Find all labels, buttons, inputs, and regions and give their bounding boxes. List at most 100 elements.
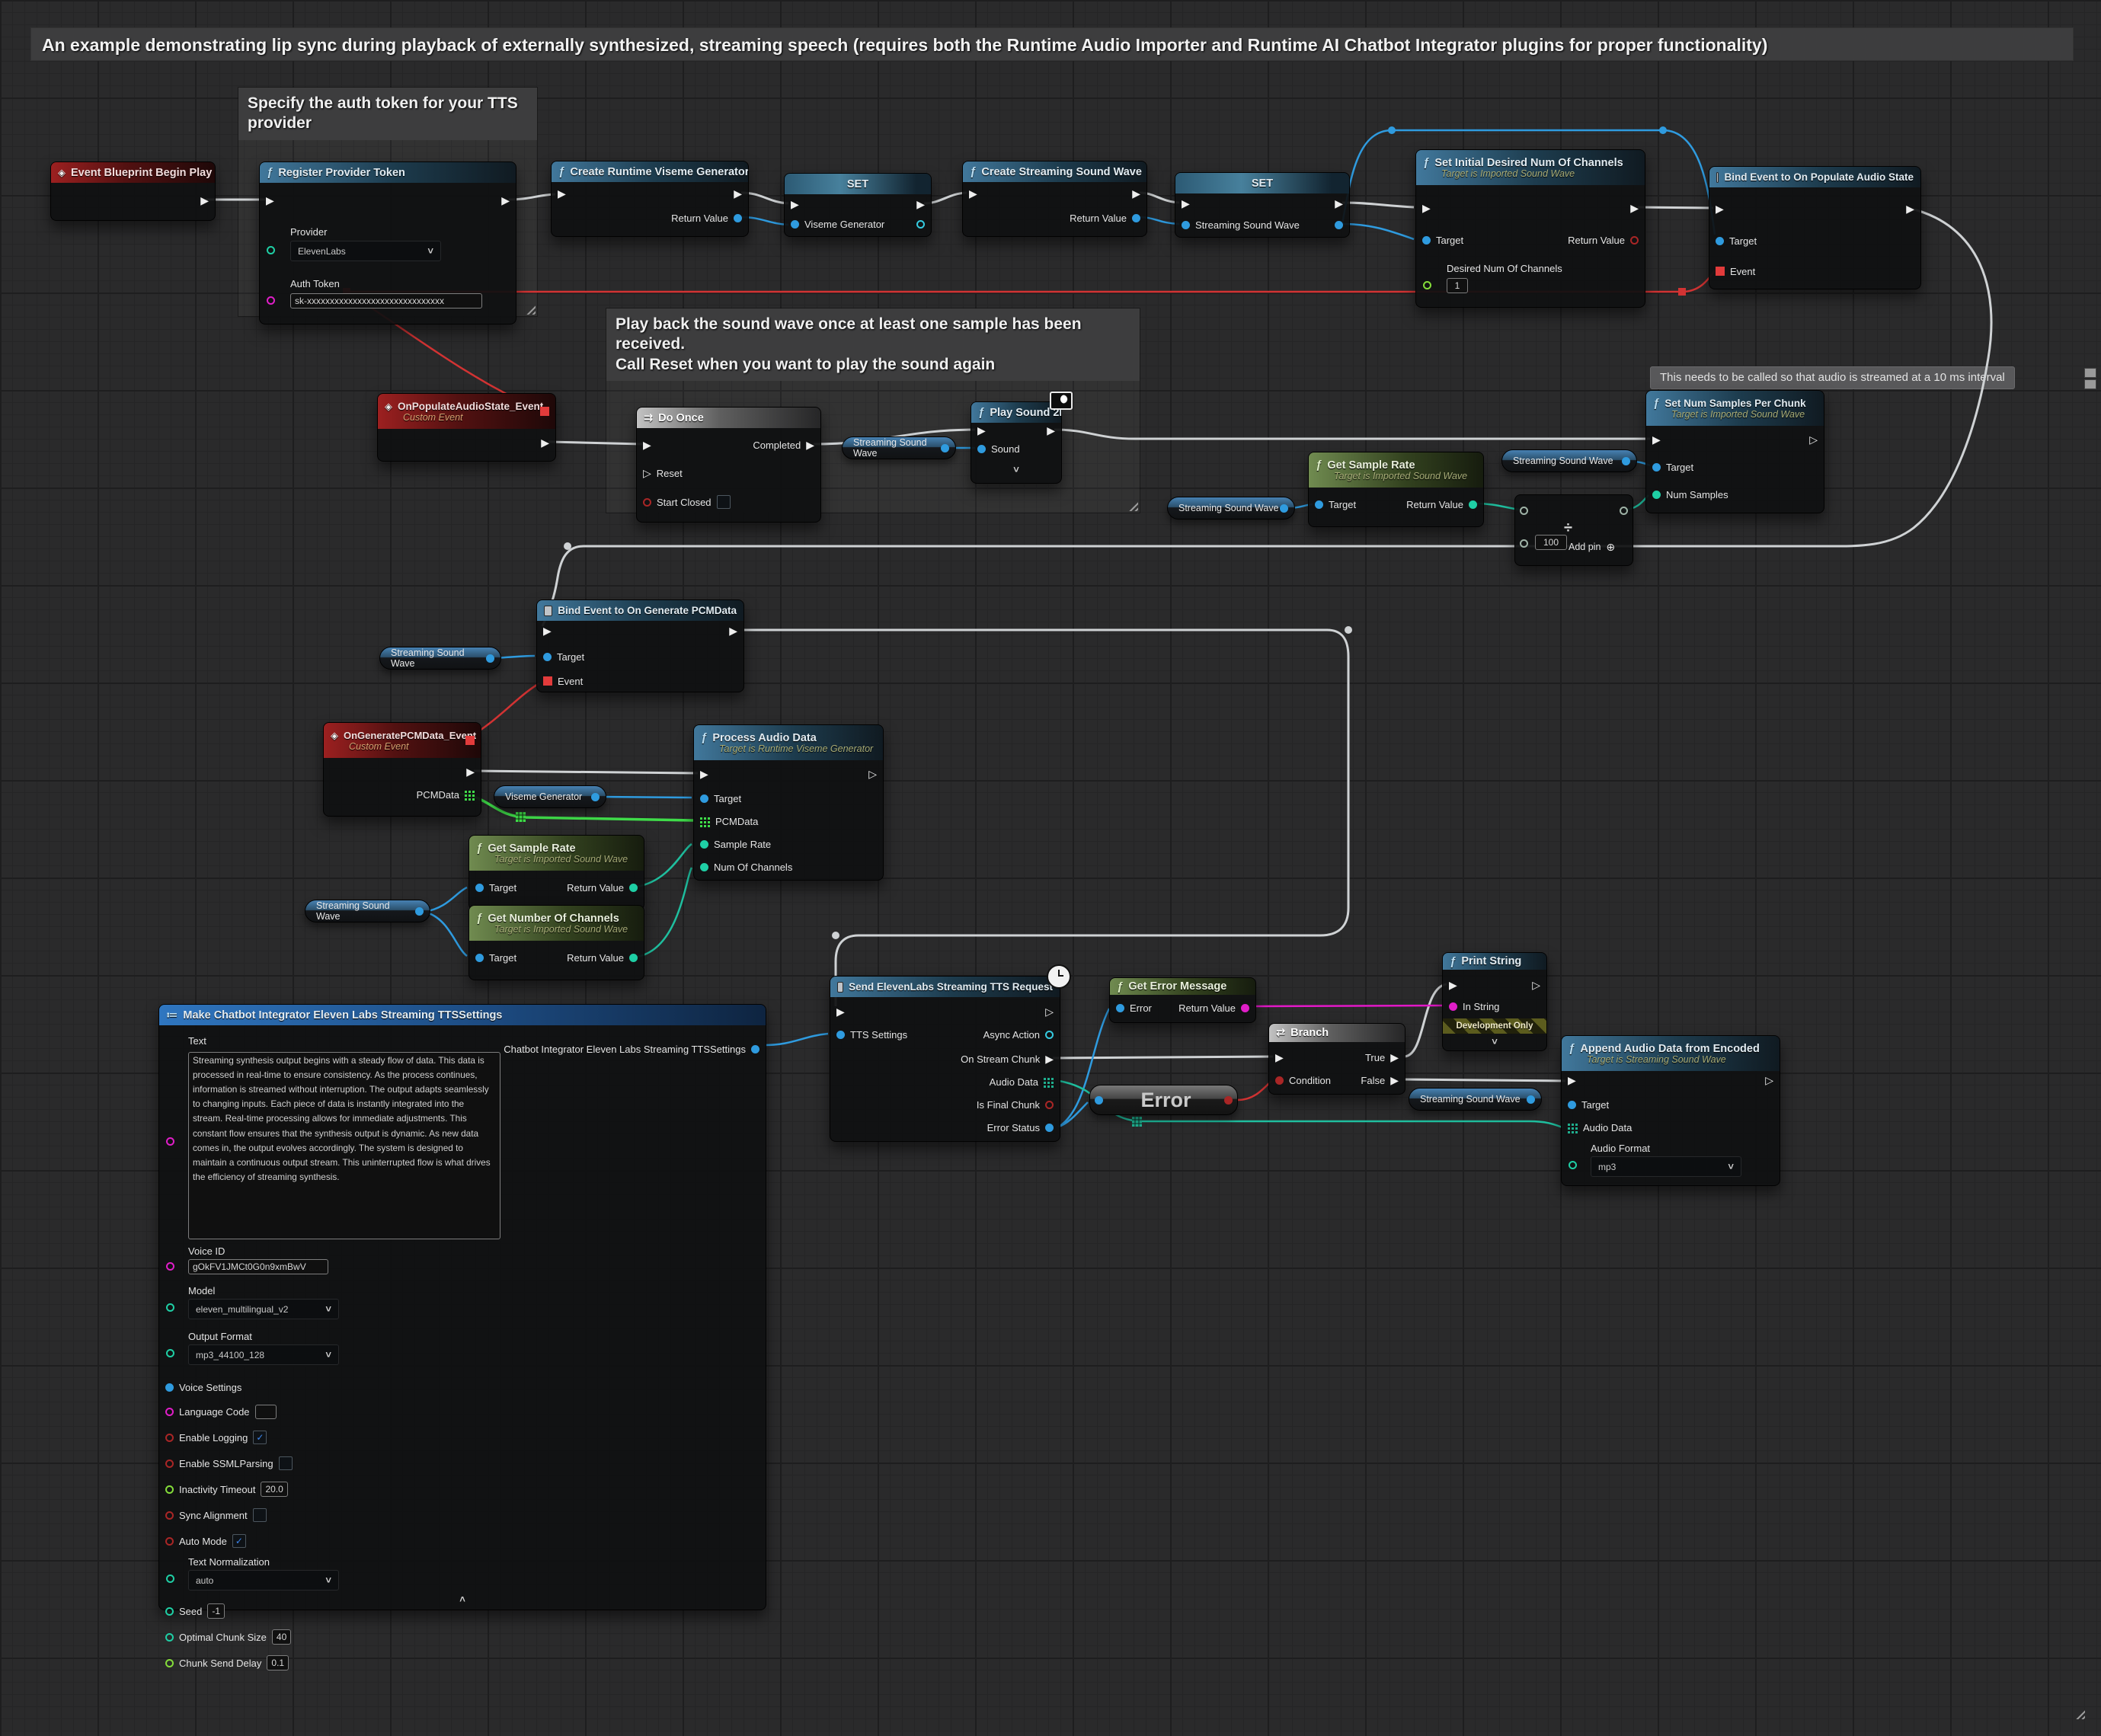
node-get-error-message[interactable]: ƒGet Error Message Error Return Value <box>1109 977 1256 1023</box>
var-pill-error[interactable]: Error <box>1089 1085 1238 1115</box>
streaming-interval-note[interactable]: This needs to be called so that audio is… <box>1650 366 2015 389</box>
exec-out-pin[interactable]: ▶ <box>729 625 737 636</box>
node-divide[interactable]: ÷ 100 Add pin⊕ <box>1514 494 1633 566</box>
node-get-sample-rate[interactable]: ƒGet Sample RateTarget is Imported Sound… <box>468 835 644 910</box>
var-pill-streaming-sound-wave[interactable]: Streaming Sound Wave <box>842 436 956 459</box>
exec-in-pin[interactable]: ▶ <box>836 1006 845 1017</box>
exec-out-pin[interactable]: ▷ <box>1045 1006 1054 1017</box>
exec-out-pin[interactable]: ▷ <box>868 769 877 779</box>
exec-out-pin[interactable]: ▶ <box>501 195 510 206</box>
exec-out-pin[interactable]: ▶ <box>200 195 209 206</box>
exec-in-pin[interactable]: ▶ <box>1422 203 1431 213</box>
node-onpopulate-audiostate-event[interactable]: ◈OnPopulateAudioState_EventCustom Event … <box>377 393 556 462</box>
false-pin[interactable]: ▶ <box>1390 1075 1399 1085</box>
in-string-pin[interactable] <box>1449 1002 1457 1011</box>
desired-channels-input[interactable]: 1 <box>1447 278 1468 293</box>
voice-id-input[interactable]: gOkFV1JMCt0G0n9xmBwV <box>188 1259 328 1274</box>
error-pin[interactable] <box>1116 1004 1124 1012</box>
tts-settings-pin[interactable] <box>836 1031 845 1039</box>
return-value-pin[interactable] <box>1630 236 1639 245</box>
model-pin[interactable] <box>166 1303 174 1312</box>
target-pin[interactable] <box>1652 463 1661 472</box>
return-value-pin[interactable] <box>734 214 742 222</box>
collapse-chevron-icon[interactable]: ˄ <box>459 1594 465 1605</box>
enable-logging-pin[interactable] <box>165 1434 174 1442</box>
sync-alignment-pin[interactable] <box>165 1511 174 1520</box>
node-get-sample-rate[interactable]: ƒGet Sample RateTarget is Imported Sound… <box>1308 452 1484 527</box>
node-set-streaming-sound-wave[interactable]: SET ▶ ▶ Streaming Sound Wave <box>1175 172 1350 238</box>
node-set-num-samples-per-chunk[interactable]: ƒSet Num Samples Per ChunkTarget is Impo… <box>1645 390 1824 513</box>
pill-out-pin[interactable] <box>415 907 424 916</box>
divide-output-pin[interactable] <box>1620 507 1628 515</box>
node-bind-event-populate-audio-state[interactable]: Bind Event to On Populate Audio State ▶ … <box>1709 166 1921 289</box>
start-closed-checkbox[interactable] <box>717 495 731 509</box>
num-channels-pin[interactable] <box>700 863 708 871</box>
node-event-begin-play[interactable]: ◈Event Blueprint Begin Play ▶ <box>50 161 216 221</box>
output-format-pin[interactable] <box>166 1349 174 1357</box>
optimal-chunk-size-input[interactable]: 40 <box>272 1629 291 1645</box>
node-get-number-of-channels[interactable]: ƒGet Number Of ChannelsTarget is Importe… <box>468 905 644 980</box>
exec-in-pin[interactable]: ▶ <box>643 440 651 450</box>
target-pin[interactable] <box>700 794 708 803</box>
value-out-pin[interactable] <box>1335 221 1343 229</box>
auth-token-input[interactable]: sk-xxxxxxxxxxxxxxxxxxxxxxxxxxxxxx <box>290 293 482 309</box>
node-create-streaming-sound-wave[interactable]: ƒCreate Streaming Sound Wave ▶ ▶ Return … <box>962 161 1147 237</box>
exec-in-pin[interactable]: ▶ <box>1716 203 1724 214</box>
node-create-viseme-generator[interactable]: ƒCreate Runtime Viseme Generator ▶ ▶ Ret… <box>551 161 749 237</box>
exec-out-pin[interactable]: ▶ <box>1335 198 1343 209</box>
var-pill-streaming-sound-wave[interactable]: Streaming Sound Wave <box>305 900 430 922</box>
exec-in-pin[interactable]: ▶ <box>1449 980 1457 990</box>
exec-out-pin[interactable]: ▶ <box>1047 425 1055 436</box>
language-code-input[interactable] <box>255 1405 277 1419</box>
value-in-pin[interactable] <box>1182 221 1190 229</box>
node-register-provider-token[interactable]: ƒRegister Provider Token ▶ ▶ Provider El… <box>259 161 516 325</box>
completed-pin[interactable]: ▶ <box>806 440 814 450</box>
auto-mode-checkbox[interactable]: ✓ <box>232 1534 246 1548</box>
exec-in-pin[interactable]: ▶ <box>700 769 708 779</box>
note-pin-icon[interactable] <box>2084 368 2096 378</box>
comment-resize-handle[interactable] <box>1127 500 1138 511</box>
inactivity-timeout-input[interactable]: 20.0 <box>261 1482 287 1497</box>
target-pin[interactable] <box>1422 236 1431 245</box>
exec-out-pin[interactable]: ▶ <box>466 766 475 777</box>
exec-in-pin[interactable]: ▶ <box>1182 198 1190 209</box>
exec-in-pin[interactable]: ▶ <box>543 625 552 636</box>
node-set-viseme-generator[interactable]: SET ▶ ▶ Viseme Generator <box>784 173 932 237</box>
pill-out-pin[interactable] <box>1224 1096 1233 1105</box>
delegate-pin[interactable] <box>540 407 549 416</box>
pill-out-pin[interactable] <box>486 654 494 663</box>
pill-out-pin[interactable] <box>941 444 949 452</box>
async-action-pin[interactable] <box>1045 1031 1054 1039</box>
return-value-pin[interactable] <box>1469 500 1477 509</box>
output-format-dropdown[interactable]: mp3_44100_128˅ <box>188 1344 339 1365</box>
node-bind-event-generate-pcmdata[interactable]: Bind Event to On Generate PCMData ▶ ▶ Ta… <box>536 599 744 692</box>
enable-ssml-pin[interactable] <box>165 1459 174 1468</box>
var-pill-streaming-sound-wave[interactable]: Streaming Sound Wave <box>1167 497 1295 520</box>
reset-pin[interactable]: ▷ <box>643 468 651 478</box>
chunk-send-delay-input[interactable]: 0.1 <box>267 1655 289 1670</box>
error-status-pin[interactable] <box>1045 1124 1054 1132</box>
sound-pin[interactable] <box>977 445 986 453</box>
inactivity-timeout-pin[interactable] <box>165 1485 174 1494</box>
exec-in-pin[interactable]: ▶ <box>1652 434 1661 445</box>
exec-out-pin[interactable]: ▷ <box>1809 434 1818 445</box>
seed-pin[interactable] <box>165 1607 174 1616</box>
pill-in-pin[interactable] <box>1095 1096 1103 1105</box>
auth-token-pin[interactable] <box>267 296 275 305</box>
optimal-chunk-size-pin[interactable] <box>165 1633 174 1642</box>
language-code-pin[interactable] <box>165 1408 174 1416</box>
exec-out-pin[interactable]: ▶ <box>1630 203 1639 213</box>
exec-in-pin[interactable]: ▶ <box>1275 1052 1284 1063</box>
event-pin[interactable] <box>1716 267 1725 276</box>
audio-format-dropdown[interactable]: mp3˅ <box>1591 1156 1741 1177</box>
divide-input-a-pin[interactable] <box>1520 507 1528 515</box>
return-value-pin[interactable] <box>1241 1004 1249 1012</box>
target-pin[interactable] <box>543 653 552 661</box>
exec-out-pin[interactable]: ▶ <box>1132 188 1140 199</box>
exec-out-pin[interactable]: ▶ <box>916 199 925 209</box>
string-wires[interactable] <box>1255 1005 1444 1006</box>
node-set-initial-desired-num-channels[interactable]: ƒSet Initial Desired Num Of ChannelsTarg… <box>1415 149 1645 308</box>
exec-out-pin[interactable]: ▶ <box>541 437 549 448</box>
node-play-sound-2d[interactable]: ƒPlay Sound 2D ▶ ▶ Sound ˅ <box>971 401 1062 484</box>
tts-settings-out-pin[interactable] <box>751 1045 759 1053</box>
